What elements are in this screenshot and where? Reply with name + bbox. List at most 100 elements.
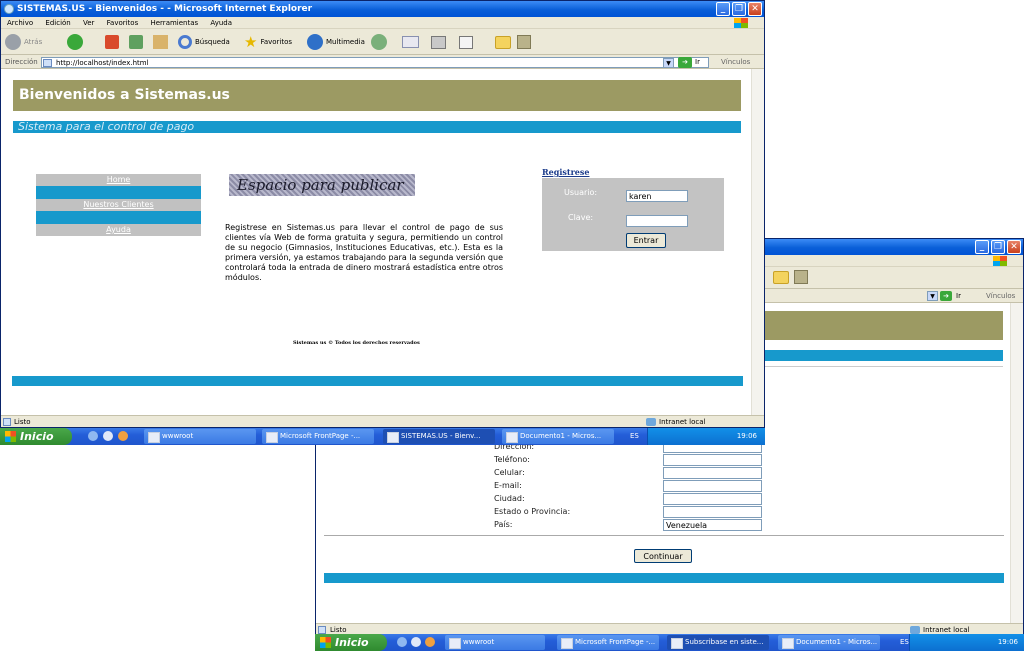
windows-logo-icon: [993, 256, 1007, 266]
register-link[interactable]: Registrese: [542, 167, 589, 177]
minimize-button[interactable]: _: [975, 240, 989, 254]
ciudad-field[interactable]: [663, 493, 762, 505]
form-label: Estado o Provincia:: [494, 507, 571, 516]
continuar-button[interactable]: Continuar: [634, 549, 692, 563]
divider: [765, 366, 1003, 367]
address-input[interactable]: http://localhost/index.html: [41, 57, 709, 68]
taskbar-item[interactable]: wwwroot: [144, 429, 256, 444]
folder-icon[interactable]: [773, 271, 789, 284]
print-icon: [431, 35, 446, 49]
address-dropdown[interactable]: ▼: [663, 58, 674, 68]
taskbar-item[interactable]: Documento1 - Micros...: [778, 635, 880, 650]
estado-field[interactable]: [663, 506, 762, 518]
mail-button[interactable]: [402, 33, 419, 51]
taskbar-item[interactable]: Microsoft FrontPage -...: [557, 635, 659, 650]
form-label: Teléfono:: [494, 455, 530, 464]
forward-button[interactable]: [67, 33, 83, 51]
media-icon[interactable]: [794, 270, 808, 284]
history-icon: [371, 34, 387, 50]
quicklaunch-icon[interactable]: [103, 431, 113, 441]
start-button[interactable]: Inicio: [0, 428, 72, 445]
taskbar-item[interactable]: Documento1 - Micros...: [502, 429, 614, 444]
clave-label: Clave:: [568, 213, 594, 222]
favorites-button[interactable]: ★ Favoritos: [244, 33, 292, 51]
pais-field[interactable]: Venezuela: [663, 519, 762, 531]
taskbar-item[interactable]: Microsoft FrontPage -...: [262, 429, 374, 444]
home-button[interactable]: [153, 33, 168, 51]
back-button[interactable]: Atrás: [5, 33, 42, 51]
nav-ayuda[interactable]: Ayuda: [36, 224, 201, 236]
usuario-input[interactable]: karen: [626, 190, 688, 202]
folder-icon: [495, 35, 511, 49]
minimize-button[interactable]: _: [716, 2, 730, 16]
links-label[interactable]: Vínculos: [986, 289, 1015, 302]
links-label[interactable]: Vínculos: [721, 55, 750, 68]
back-arrow-icon: [5, 34, 21, 50]
quicklaunch-icon[interactable]: [88, 431, 98, 441]
usuario-label: Usuario:: [564, 188, 598, 197]
nav-home[interactable]: Home: [36, 174, 201, 186]
quicklaunch-icon[interactable]: [397, 637, 407, 647]
scrollbar[interactable]: [1010, 303, 1023, 624]
entrar-button[interactable]: Entrar: [626, 233, 666, 248]
print-button[interactable]: [431, 33, 446, 51]
menu-ver[interactable]: Ver: [83, 19, 94, 27]
go-label[interactable]: Ir: [695, 55, 700, 68]
intro-text: Registrese en Sistemas.us para llevar el…: [225, 223, 503, 282]
restore-button[interactable]: ❐: [991, 240, 1005, 254]
form-label: Ciudad:: [494, 494, 525, 503]
refresh-button[interactable]: [129, 33, 143, 51]
email-field[interactable]: [663, 480, 762, 492]
menu-archivo[interactable]: Archivo: [7, 19, 33, 27]
clock[interactable]: 19:06: [998, 634, 1018, 651]
title-bar[interactable]: SISTEMAS.US - Bienvenidos - - Microsoft …: [1, 1, 764, 17]
nav-clientes[interactable]: Nuestros Clientes: [36, 199, 201, 211]
edit-button[interactable]: [459, 33, 473, 51]
stop-icon: [105, 35, 119, 49]
taskbar-item[interactable]: Subscribase en siste...: [667, 635, 769, 650]
clock[interactable]: 19:06: [737, 428, 757, 445]
refresh-icon: [129, 35, 143, 49]
messenger-button[interactable]: [517, 33, 531, 51]
footer-bar: [12, 376, 743, 386]
menu-ayuda[interactable]: Ayuda: [210, 19, 232, 27]
page-subtitle: Sistema para el control de pago: [13, 121, 741, 133]
address-dropdown[interactable]: ▼: [927, 291, 938, 301]
quicklaunch-icon[interactable]: [425, 637, 435, 647]
messenger-icon: [517, 35, 531, 49]
go-icon[interactable]: ➔: [940, 291, 952, 301]
search-button[interactable]: Búsqueda: [178, 33, 230, 51]
windows-logo-icon: [734, 18, 748, 28]
nav-separator: [36, 186, 201, 199]
media-icon: [307, 34, 323, 50]
folder-button[interactable]: [495, 33, 511, 51]
page-icon: [318, 626, 326, 634]
zone-icon: [910, 626, 920, 634]
quicklaunch-icon[interactable]: [411, 637, 421, 647]
menu-edicion[interactable]: Edición: [45, 19, 70, 27]
taskbar-item[interactable]: SISTEMAS.US - Bienv...: [383, 429, 495, 444]
browser-window-home: SISTEMAS.US - Bienvenidos - - Microsoft …: [0, 0, 765, 428]
clave-input[interactable]: [626, 215, 688, 227]
close-button[interactable]: ✕: [748, 2, 762, 16]
language-indicator[interactable]: ES: [900, 634, 909, 651]
form-label: Celular:: [494, 468, 525, 477]
menu-herramientas[interactable]: Herramientas: [150, 19, 198, 27]
page-icon: [3, 418, 11, 426]
close-button[interactable]: ✕: [1007, 240, 1021, 254]
go-label[interactable]: Ir: [956, 289, 961, 302]
taskbar-item[interactable]: wwwroot: [445, 635, 545, 650]
celular-field[interactable]: [663, 467, 762, 479]
quicklaunch-icon[interactable]: [118, 431, 128, 441]
restore-button[interactable]: ❐: [732, 2, 746, 16]
telefono-field[interactable]: [663, 454, 762, 466]
stop-button[interactable]: [105, 33, 119, 51]
menu-favoritos[interactable]: Favoritos: [107, 19, 139, 27]
scrollbar[interactable]: [751, 69, 764, 415]
start-button[interactable]: Inicio: [315, 634, 387, 651]
go-icon[interactable]: ➔: [678, 57, 692, 68]
history-button[interactable]: [371, 33, 387, 51]
language-indicator[interactable]: ES: [630, 428, 639, 445]
nav-separator: [36, 211, 201, 224]
multimedia-button[interactable]: Multimedia: [307, 33, 365, 51]
